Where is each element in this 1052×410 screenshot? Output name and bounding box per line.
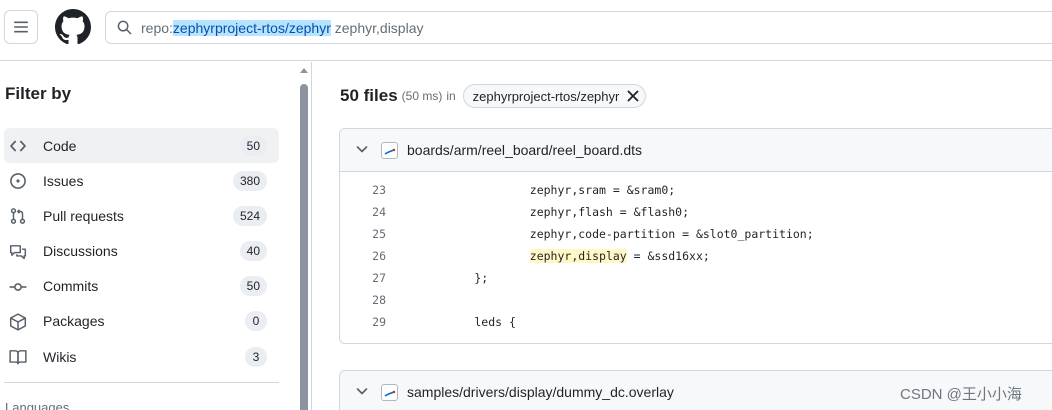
line-rest: = &ssd16xx; — [626, 249, 710, 263]
top-header: repo:zephyrproject-rtos/zephyr zephyr,di… — [0, 0, 1052, 61]
sidebar-item-packages[interactable]: Packages 0 — [4, 304, 279, 339]
search-input[interactable]: repo:zephyrproject-rtos/zephyr zephyr,di… — [105, 11, 1052, 44]
sidebar-item-label: Pull requests — [43, 207, 124, 224]
code-line: 24 zephyr,flash = &flash0; — [340, 201, 1052, 223]
line-content: leds { — [419, 315, 516, 329]
sidebar-item-label: Code — [43, 137, 77, 154]
filter-nav: Code 50 Issues 380 Pull requests 524 Dis… — [4, 128, 279, 374]
search-qualifier: repo: — [141, 20, 173, 36]
line-content: zephyr,flash = &flash0; — [419, 205, 690, 219]
repo-filter-chip[interactable]: zephyrproject-rtos/zephyr — [462, 84, 647, 108]
code-snippet: 23 zephyr,sram = &sram0; 24 zephyr,flash… — [340, 179, 1052, 333]
sidebar-divider — [4, 382, 279, 383]
scroll-thumb[interactable] — [300, 84, 308, 410]
close-icon[interactable] — [627, 90, 639, 102]
book-icon — [9, 350, 27, 365]
filter-title: Filter by — [5, 84, 72, 103]
pull-request-icon — [10, 208, 26, 225]
line-number[interactable]: 28 — [356, 293, 386, 307]
sidebar-item-count: 524 — [232, 205, 267, 226]
sidebar-item-label: Discussions — [43, 243, 118, 260]
file-path-link[interactable]: samples/drivers/display/dummy_dc.overlay — [407, 384, 674, 400]
sidebar-item-wikis[interactable]: Wikis 3 — [4, 339, 279, 374]
discussions-icon — [9, 244, 27, 259]
package-icon — [9, 313, 27, 331]
watermark: CSDN @王小小海 — [900, 386, 1022, 403]
scroll-up-arrow-icon[interactable] — [300, 68, 308, 73]
result-card: boards/arm/reel_board/reel_board.dts 23 … — [339, 128, 1052, 344]
file-path-link[interactable]: boards/arm/reel_board/reel_board.dts — [407, 142, 642, 158]
filter-sidebar: Filter by Code 50 Issues 380 Pull reques… — [0, 62, 312, 410]
github-logo-icon[interactable] — [55, 9, 91, 45]
result-card-header: boards/arm/reel_board/reel_board.dts — [340, 129, 1052, 172]
commit-icon — [9, 282, 27, 291]
results-header: 50 files (50 ms) in zephyrproject-rtos/z… — [340, 84, 647, 108]
results-count: 50 files — [340, 86, 398, 105]
sidebar-item-commits[interactable]: Commits 50 — [4, 269, 279, 304]
issue-icon — [10, 173, 26, 190]
line-number[interactable]: 24 — [356, 205, 386, 219]
sidebar-item-pull-requests[interactable]: Pull requests 524 — [4, 198, 279, 233]
line-number[interactable]: 23 — [356, 183, 386, 197]
results-in-label: in — [446, 89, 456, 103]
sidebar-item-count: 50 — [239, 276, 267, 297]
line-content: zephyr,display = &ssd16xx; — [419, 249, 710, 263]
line-number[interactable]: 26 — [356, 249, 386, 263]
search-icon — [117, 20, 132, 35]
line-number[interactable]: 29 — [356, 315, 386, 329]
sidebar-item-label: Wikis — [43, 348, 77, 365]
line-content: }; — [419, 271, 489, 285]
sidebar-item-label: Packages — [43, 313, 105, 330]
sidebar-item-label: Issues — [43, 172, 84, 189]
hamburger-icon — [14, 21, 28, 33]
sidebar-scrollbar[interactable] — [298, 62, 310, 410]
code-line: 23 zephyr,sram = &sram0; — [340, 179, 1052, 201]
sidebar-item-count: 380 — [232, 170, 267, 191]
code-line: 25 zephyr,code-partition = &slot0_partit… — [340, 223, 1052, 245]
sidebar-item-count: 50 — [239, 135, 267, 156]
code-line: 29 leds { — [340, 311, 1052, 333]
search-terms: zephyr,display — [330, 20, 424, 36]
chevron-down-icon[interactable] — [356, 145, 368, 154]
code-icon — [10, 140, 26, 152]
code-line-match: 26 zephyr,display = &ssd16xx; — [340, 245, 1052, 267]
sidebar-item-count: 0 — [245, 311, 267, 332]
repo-chip-label: zephyrproject-rtos/zephyr — [472, 88, 620, 104]
line-number[interactable]: 27 — [356, 271, 386, 285]
line-number[interactable]: 25 — [356, 227, 386, 241]
sidebar-item-issues[interactable]: Issues 380 — [4, 163, 279, 198]
chevron-down-icon[interactable] — [356, 387, 368, 396]
sidebar-item-count: 40 — [239, 241, 267, 262]
file-type-icon — [381, 142, 398, 159]
sidebar-item-discussions[interactable]: Discussions 40 — [4, 234, 279, 269]
sidebar-item-label: Commits — [43, 278, 99, 295]
search-query: repo:zephyrproject-rtos/zephyr zephyr,di… — [141, 20, 423, 36]
search-repo-highlight: zephyrproject-rtos/zephyr — [172, 20, 331, 36]
menu-button[interactable] — [4, 10, 38, 44]
sidebar-item-code[interactable]: Code 50 — [4, 128, 279, 163]
code-line: 27 }; — [340, 267, 1052, 289]
languages-heading: Languages — [5, 400, 70, 410]
results-time: (50 ms) — [401, 89, 443, 103]
sidebar-item-count: 3 — [245, 346, 267, 367]
file-type-icon — [381, 384, 398, 401]
search-match-highlight: zephyr,display — [529, 249, 627, 263]
code-line: 28 — [340, 289, 1052, 311]
line-content: zephyr,code-partition = &slot0_partition… — [419, 227, 814, 241]
line-content: zephyr,sram = &sram0; — [419, 183, 676, 197]
